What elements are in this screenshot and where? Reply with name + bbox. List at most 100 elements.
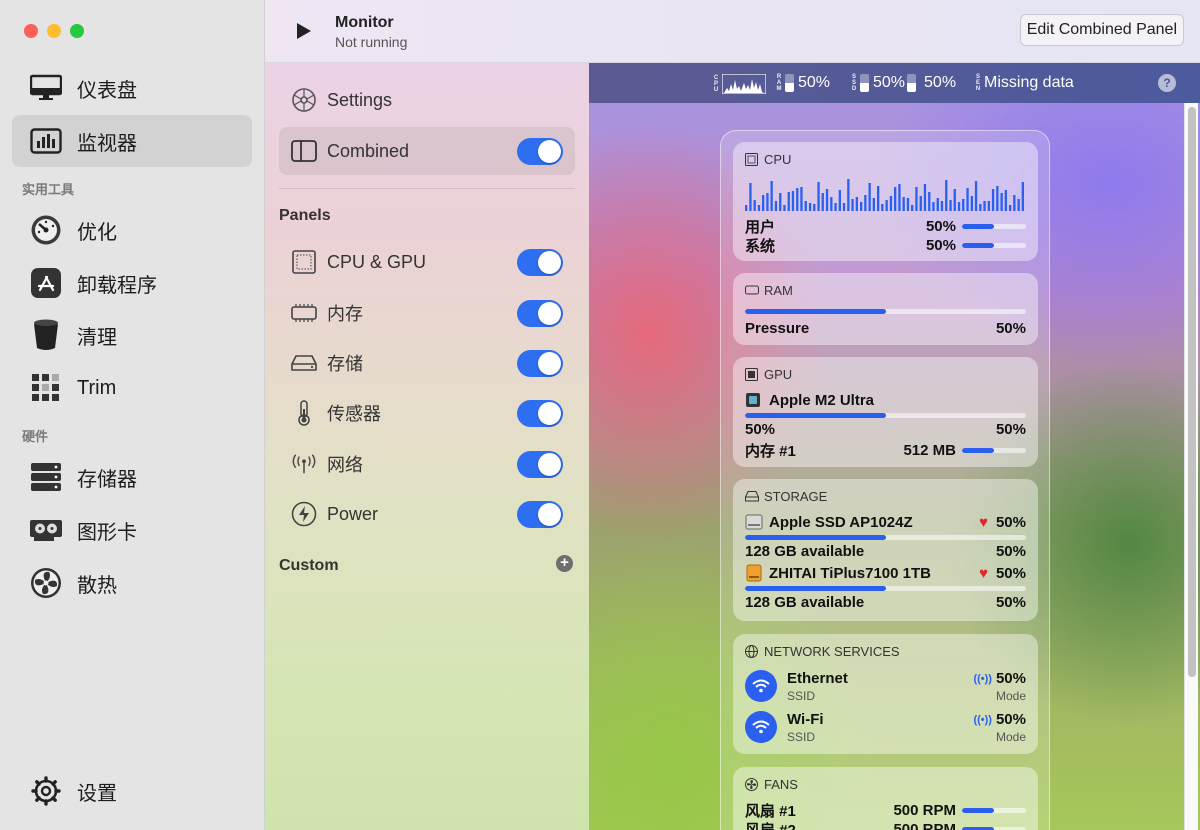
menubar-ssd: SSD 50% 50% — [851, 74, 956, 92]
panel-item-storage[interactable]: 存储 — [279, 339, 575, 387]
fan-icon — [30, 567, 62, 599]
cpu-history-bar — [864, 195, 867, 211]
sidebar-item-cleanup[interactable]: 清理 — [12, 309, 252, 361]
wifi-icon — [745, 711, 777, 743]
play-icon[interactable] — [295, 21, 313, 41]
menubar-ram: RAM 50% — [776, 74, 830, 92]
combined-row[interactable]: Combined — [279, 127, 575, 175]
external-drive-icon — [745, 564, 763, 582]
cpu-user-value: 50% — [925, 217, 956, 235]
cpu-card-header: CPU — [745, 152, 791, 167]
panel-item-cpu-gpu[interactable]: CPU & GPU — [279, 238, 575, 286]
chip-icon — [745, 152, 759, 167]
combined-toggle[interactable] — [517, 138, 563, 165]
settings-row[interactable]: Settings — [279, 76, 575, 124]
close-window-button[interactable] — [24, 24, 38, 38]
wifi-value: 50% — [995, 711, 1026, 728]
memory-toggle[interactable] — [517, 300, 563, 327]
cpu-history-bar — [885, 200, 888, 211]
minimize-window-button[interactable] — [47, 24, 61, 38]
sidebar-item-settings[interactable]: 设置 — [12, 765, 252, 817]
ssd-mini-bar-2 — [907, 74, 917, 92]
cpu-card-title: CPU — [764, 152, 792, 167]
heart-icon: ♥ — [979, 564, 988, 582]
scrollbar-thumb[interactable] — [1188, 107, 1196, 677]
cpu-history-bar — [774, 201, 778, 211]
sidebar-item-uninstaller[interactable]: 卸载程序 — [12, 257, 252, 309]
gpu-memory-label: 内存 #1 — [745, 442, 796, 460]
app-store-icon — [30, 267, 62, 299]
ssd-percent-2: 50% — [924, 74, 957, 91]
panel-item-sensors[interactable]: 传感器 — [279, 389, 575, 437]
cpu-history-bar — [796, 188, 799, 211]
sidebar-item-label: 设置 — [77, 782, 117, 805]
cpu-history-bar — [881, 204, 884, 211]
wifi-icon — [745, 670, 777, 702]
cpu-history-bar — [1009, 205, 1012, 211]
storage-toggle[interactable] — [517, 350, 563, 377]
sidebar-item-label: 图形卡 — [77, 521, 137, 544]
sidebar-item-label: 卸载程序 — [77, 274, 157, 297]
split-view-icon — [291, 138, 317, 164]
sidebar-item-cooling[interactable]: 散热 — [12, 557, 252, 609]
sidebar-item-monitor[interactable]: 监视器 — [12, 115, 252, 167]
cpu-system-label: 系统 — [745, 237, 776, 255]
network-card-title: NETWORK SERVICES — [764, 644, 900, 659]
cpu-history-bar — [749, 183, 752, 211]
panel-item-network[interactable]: 网络 — [279, 440, 575, 488]
zoom-window-button[interactable] — [70, 24, 84, 38]
ethernet-ssid: SSID — [787, 689, 816, 703]
cpu-history-bar — [957, 202, 961, 211]
gpu-util-row: 50% 50% — [745, 419, 1026, 439]
disk-1-avail-value: 50% — [995, 542, 1026, 560]
panel-item-memory[interactable]: 内存 — [279, 289, 575, 337]
cpu-history-bar — [919, 196, 922, 211]
sidebar-item-optimize[interactable]: 优化 — [12, 204, 252, 256]
sidebar-item-dashboard[interactable]: 仪表盘 — [12, 62, 252, 114]
cpu-history-bar — [783, 205, 786, 211]
gear-icon — [30, 775, 62, 807]
sidebar-item-trim[interactable]: Trim — [12, 362, 252, 414]
menubar-preview: CPU RAM 50% SSD 50% 50% SEN Missing data… — [589, 63, 1200, 103]
cpu-history-bar — [800, 187, 803, 211]
monitor-status: Not running — [335, 34, 408, 50]
scrollbar[interactable] — [1184, 103, 1198, 830]
network-toggle[interactable] — [517, 451, 563, 478]
ssd-mini-bar — [860, 74, 869, 92]
sensors-toggle[interactable] — [517, 400, 563, 427]
cpu-history-bar — [766, 193, 769, 211]
sen-vertical-label: SEN — [975, 74, 981, 92]
chart-bar-icon — [30, 125, 62, 157]
cpu-history-bar — [1013, 195, 1016, 211]
cpu-history-bar — [979, 204, 982, 211]
cpu-history-bar — [898, 184, 901, 211]
edit-combined-panel-button[interactable]: Edit Combined Panel — [1019, 14, 1184, 46]
help-icon[interactable]: ? — [1158, 74, 1176, 92]
heart-icon: ♥ — [979, 513, 988, 531]
sidebar-item-storage[interactable]: 存储器 — [12, 451, 252, 503]
cpu-history-bar — [902, 197, 905, 211]
cpu-history-bar — [970, 196, 973, 211]
add-custom-button[interactable]: + — [556, 555, 573, 572]
panel-label: Power — [327, 503, 379, 524]
gpu-name-row: Apple M2 Ultra — [745, 390, 1026, 410]
panel-item-power[interactable]: Power — [279, 490, 575, 538]
ram-card-title: RAM — [764, 283, 793, 298]
cpu-history-bar — [817, 182, 820, 211]
missing-data-label: Missing data — [984, 74, 1074, 91]
sidebar-item-label: Trim — [77, 376, 117, 399]
cpu-mini-graph — [722, 74, 766, 94]
cpu-history-bar — [770, 181, 773, 211]
disk-2-available: 128 GB available — [745, 593, 865, 611]
cpu-gpu-toggle[interactable] — [517, 249, 563, 276]
cpu-system-value: 50% — [925, 236, 956, 254]
sidebar-item-graphics[interactable]: 图形卡 — [12, 504, 252, 556]
cpu-history-bar — [940, 201, 944, 211]
fan-1-label: 风扇 #1 — [745, 802, 796, 820]
network-card: NETWORK SERVICES Ethernet SSID ((•)) 50%… — [733, 634, 1038, 754]
power-toggle[interactable] — [517, 501, 563, 528]
cpu-history-bar — [1017, 199, 1020, 211]
ethernet-name: Ethernet — [787, 670, 848, 687]
cpu-history-bar — [928, 192, 931, 211]
cpu-history-bar — [1004, 190, 1007, 211]
